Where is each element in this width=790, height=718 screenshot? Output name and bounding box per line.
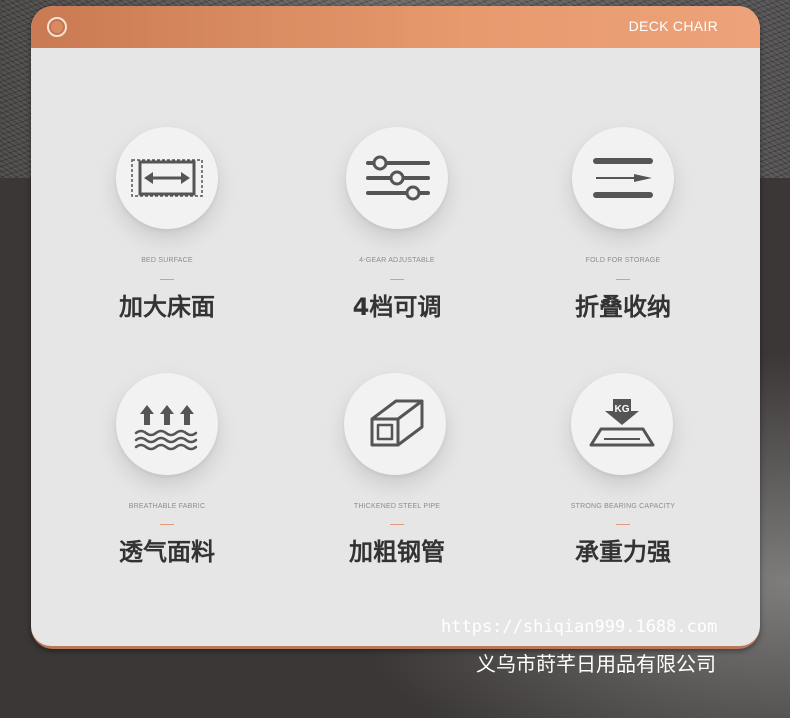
- feature-steel-pipe: THICKENED STEEL PIPE 加粗钢管: [287, 6, 507, 646]
- shop-url: https://shiqian999.1688.com: [441, 617, 718, 637]
- kg-label: KG: [615, 404, 630, 415]
- weight-bearing-icon: KG: [571, 373, 673, 475]
- accent-dash: [160, 524, 174, 525]
- breathable-icon: [116, 373, 218, 475]
- feature-bearing: KG STRONG BEARING CAPACITY 承重力强: [513, 6, 733, 646]
- feature-cn-label: 承重力强: [575, 538, 671, 566]
- steel-pipe-icon: [344, 373, 446, 475]
- feature-cn-label: 加粗钢管: [349, 538, 445, 566]
- feature-en-label: BREATHABLE FABRIC: [128, 503, 206, 510]
- feature-en-label: STRONG BEARING CAPACITY: [570, 503, 676, 510]
- company-name: 义乌市莳芊日用品有限公司: [476, 652, 716, 676]
- feature-card: DECK CHAIR BED SURFACE 加大床面 4-GEAR ADJUS…: [31, 6, 760, 649]
- feature-cn-label: 透气面料: [119, 538, 215, 566]
- feature-card-body: DECK CHAIR BED SURFACE 加大床面 4-GEAR ADJUS…: [31, 6, 760, 646]
- feature-breathable: BREATHABLE FABRIC 透气面料: [57, 6, 277, 646]
- accent-dash: [616, 524, 630, 525]
- feature-en-label: THICKENED STEEL PIPE: [353, 503, 441, 510]
- accent-dash: [390, 524, 404, 525]
